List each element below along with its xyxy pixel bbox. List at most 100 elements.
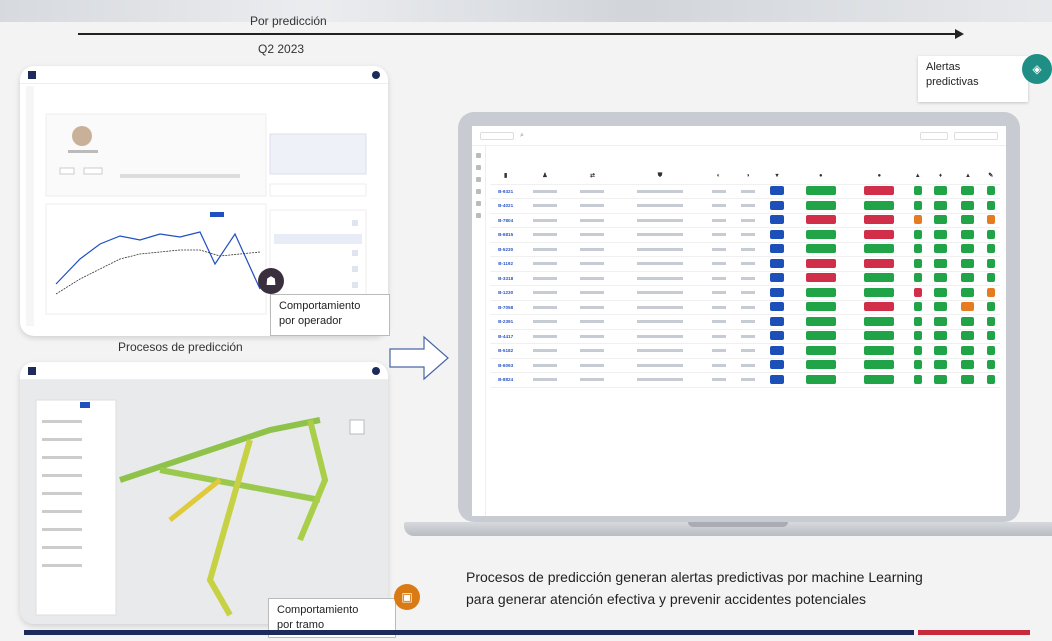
row-id[interactable]: B-7804 xyxy=(490,213,522,228)
flag-indicator xyxy=(961,273,975,282)
flag-indicator xyxy=(961,244,975,253)
table-row[interactable]: B-5230 xyxy=(490,242,1000,257)
table-row[interactable]: B-5182 xyxy=(490,343,1000,359)
select-dropdown[interactable] xyxy=(954,131,998,140)
table-row[interactable]: B-4417 xyxy=(490,329,1000,344)
row-text-cell xyxy=(521,198,569,214)
table-row[interactable]: B-6093 xyxy=(490,358,1000,373)
view-button[interactable] xyxy=(769,360,784,369)
row-id[interactable]: B-1192 xyxy=(490,256,522,272)
timeline-label-bottom: Q2 2023 xyxy=(258,42,305,56)
row-id[interactable]: B-5182 xyxy=(490,343,522,359)
row-id[interactable]: B-4417 xyxy=(490,329,522,344)
screen-search-input[interactable] xyxy=(480,131,514,140)
view-button[interactable] xyxy=(769,287,784,297)
view-button[interactable] xyxy=(769,215,784,224)
status-pill xyxy=(805,200,836,210)
row-id[interactable]: B-3318 xyxy=(490,271,522,286)
row-text-cell xyxy=(568,300,617,315)
row-id[interactable]: B-6815 xyxy=(490,227,522,243)
view-button[interactable] xyxy=(769,345,784,355)
status-pill xyxy=(864,345,895,355)
status-pill xyxy=(805,273,836,282)
alerts-table: ▮ ♟ ⇄ ⛊ ◐ ◑ ▾ ● ● ▲ ♦ ▲ ✎ B-9321 B-4021 B-… xyxy=(490,170,1000,388)
row-text-cell xyxy=(703,372,734,388)
status-pill xyxy=(864,273,895,282)
row-id[interactable]: B-1230 xyxy=(490,285,522,301)
view-button[interactable] xyxy=(769,331,784,340)
row-text-cell xyxy=(703,329,734,344)
view-button[interactable] xyxy=(769,258,784,268)
tramo-callout-line1: Comportamiento xyxy=(277,604,359,616)
row-text-cell xyxy=(733,213,763,228)
flag-indicator xyxy=(913,331,922,340)
operator-icon: ☗ xyxy=(258,268,284,294)
table-row[interactable]: B-7804 xyxy=(490,213,1000,228)
table-row[interactable]: B-2391 xyxy=(490,314,1000,330)
view-button[interactable] xyxy=(769,374,784,384)
flag-indicator xyxy=(986,345,995,355)
row-text-cell xyxy=(568,343,617,359)
flag-indicator xyxy=(961,331,975,340)
operator-callout-line1: Comportamiento xyxy=(279,300,361,312)
row-text-cell xyxy=(568,358,617,373)
status-pill xyxy=(864,374,895,384)
table-row[interactable]: B-3318 xyxy=(490,271,1000,286)
flag-indicator xyxy=(934,302,948,311)
row-text-cell xyxy=(616,372,704,388)
row-text-cell xyxy=(616,227,704,243)
flag-indicator xyxy=(934,287,948,297)
row-text-cell xyxy=(568,198,617,214)
row-id[interactable]: B-9321 xyxy=(490,184,522,199)
mini-logo-icon xyxy=(28,70,36,79)
filter-dropdown[interactable] xyxy=(920,131,948,140)
flag-indicator xyxy=(913,302,922,311)
flag-indicator xyxy=(934,374,948,384)
row-text-cell xyxy=(521,271,569,286)
table-row[interactable]: B-6815 xyxy=(490,227,1000,243)
view-button[interactable] xyxy=(769,200,784,210)
view-button[interactable] xyxy=(769,316,784,326)
alert-brain-icon: ◈ xyxy=(1022,54,1052,84)
row-text-cell xyxy=(568,271,617,286)
row-id[interactable]: B-4021 xyxy=(490,198,522,214)
row-text-cell xyxy=(703,256,734,272)
flag-indicator xyxy=(961,229,975,239)
flag-indicator xyxy=(986,316,995,326)
laptop-frame: ⌕ ▮ ♟ ⇄ ⛊ ◐ ◑ ▾ ● ● ▲ ♦ ▲ ✎ B-9321 B-4021 xyxy=(458,112,1020,522)
view-button[interactable] xyxy=(769,229,784,239)
table-row[interactable]: B-1230 xyxy=(490,285,1000,301)
row-id[interactable]: B-6093 xyxy=(490,358,522,373)
table-row[interactable]: B-9321 xyxy=(490,184,1000,199)
row-id[interactable]: B-5230 xyxy=(490,242,522,257)
view-button[interactable] xyxy=(769,186,784,195)
row-text-cell xyxy=(703,184,734,199)
col-bus-icon: ▮ xyxy=(490,170,522,185)
row-id[interactable]: B-8824 xyxy=(490,372,522,388)
bottom-bar-red xyxy=(918,630,1030,635)
row-id[interactable]: B-7058 xyxy=(490,300,522,315)
row-text-cell xyxy=(733,329,763,344)
row-text-cell xyxy=(703,271,734,286)
view-button[interactable] xyxy=(769,273,784,282)
search-icon[interactable]: ⌕ xyxy=(520,132,524,140)
table-row[interactable]: B-8824 xyxy=(490,372,1000,388)
table-row[interactable]: B-7058 xyxy=(490,300,1000,315)
timeline-arrow xyxy=(78,29,964,39)
status-pill xyxy=(805,316,836,326)
view-button[interactable] xyxy=(769,302,784,311)
table-row[interactable]: B-1192 xyxy=(490,256,1000,272)
mini-topbar xyxy=(20,66,388,84)
flag-indicator xyxy=(986,258,995,268)
status-pill xyxy=(805,215,836,224)
view-button[interactable] xyxy=(769,244,784,253)
row-text-cell xyxy=(568,256,617,272)
flag-indicator xyxy=(986,200,995,210)
row-text-cell xyxy=(616,329,704,344)
col-location-icon: ⛊ xyxy=(616,170,704,185)
flag-indicator xyxy=(961,287,975,297)
summary-line2: para generar atención efectiva y preveni… xyxy=(466,591,867,607)
row-id[interactable]: B-2391 xyxy=(490,314,522,330)
table-row[interactable]: B-4021 xyxy=(490,198,1000,214)
status-pill xyxy=(805,229,836,239)
